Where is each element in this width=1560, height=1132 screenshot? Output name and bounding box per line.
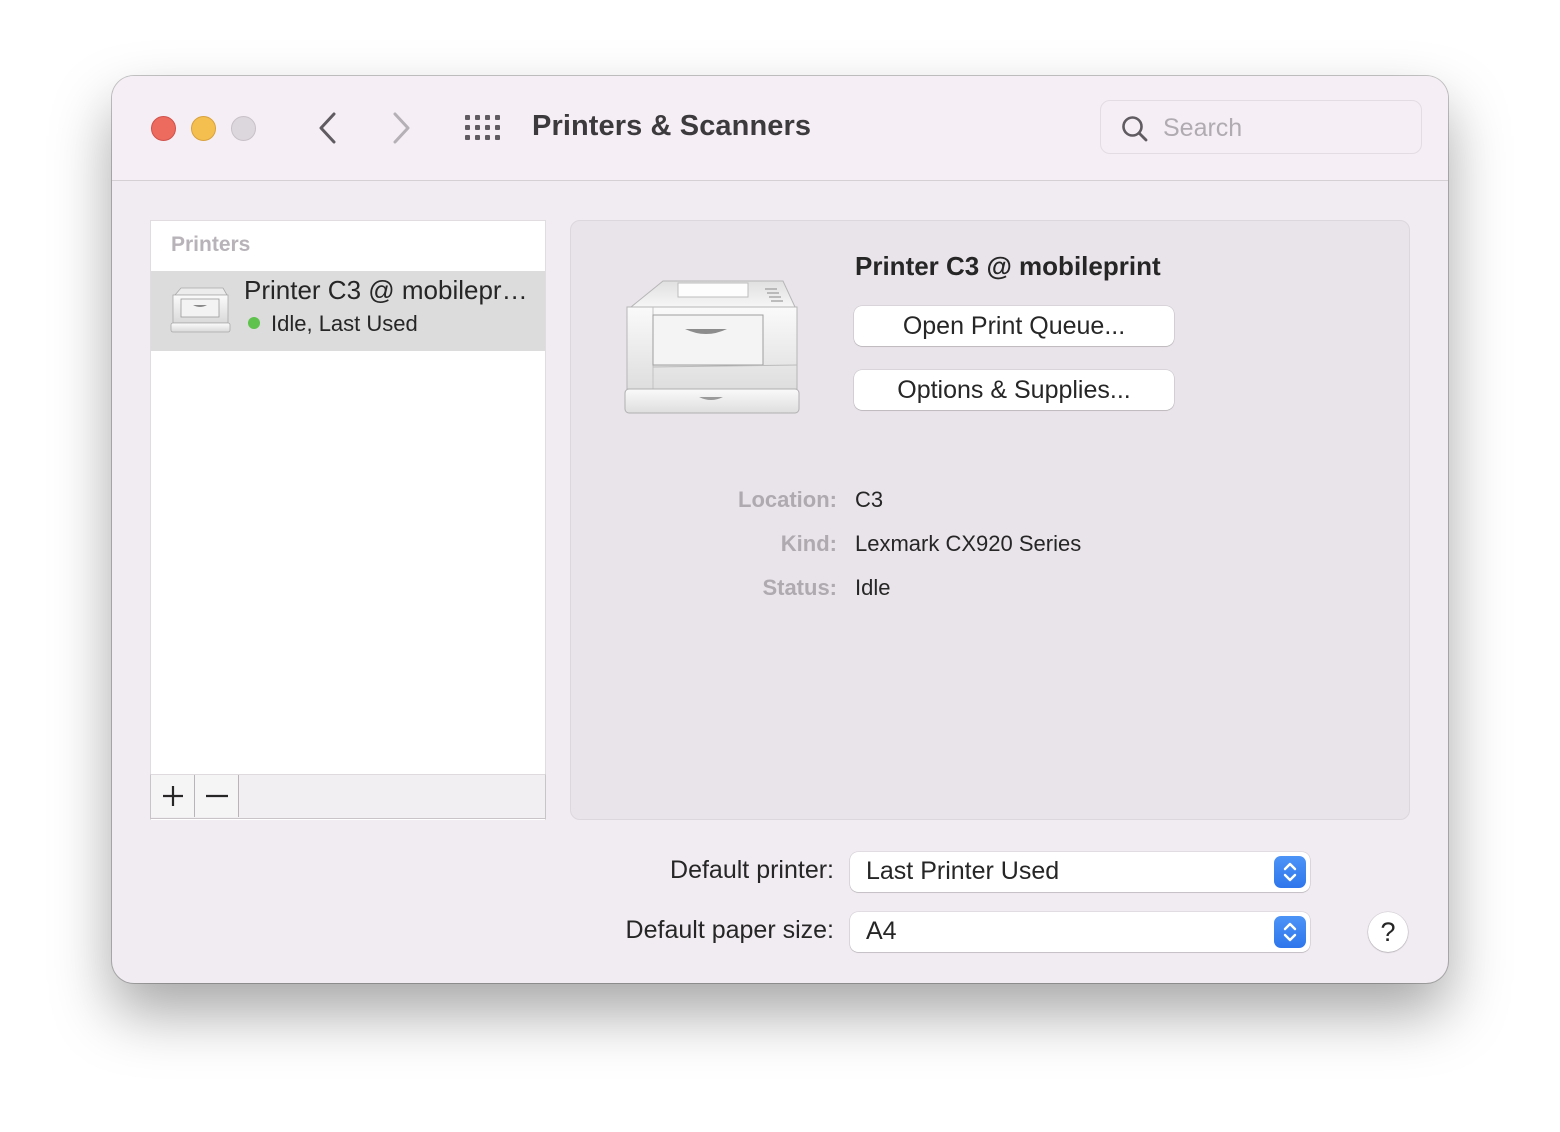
status-value: Idle xyxy=(855,575,891,600)
location-label: Location: xyxy=(738,487,837,512)
kind-label: Kind: xyxy=(780,531,837,556)
close-icon[interactable] xyxy=(151,116,176,141)
default-paper-size-label: Default paper size: xyxy=(625,916,834,944)
grid-icon xyxy=(465,115,500,140)
printer-list-item[interactable]: Printer C3 @ mobilepr… Idle, Last Used xyxy=(151,271,545,351)
remove-printer-button[interactable] xyxy=(195,775,239,817)
chevron-left-icon xyxy=(319,112,336,144)
default-printer-label: Default printer: xyxy=(670,856,834,884)
show-all-button[interactable] xyxy=(464,114,504,142)
list-toolbar xyxy=(150,774,546,819)
open-print-queue-button[interactable]: Open Print Queue... xyxy=(854,306,1174,346)
toolbar: Printers & Scanners xyxy=(112,76,1448,181)
forward-button[interactable] xyxy=(387,110,417,146)
search-icon xyxy=(1122,116,1148,142)
minus-icon xyxy=(205,794,228,798)
minimize-icon[interactable] xyxy=(191,116,216,141)
kind-value: Lexmark CX920 Series xyxy=(855,531,1082,556)
window-title: Printers & Scanners xyxy=(532,110,812,142)
zoom-icon[interactable] xyxy=(231,116,256,141)
question-icon: ? xyxy=(1380,917,1396,947)
chevron-right-icon xyxy=(393,112,410,144)
chevron-up-down-icon xyxy=(1274,856,1306,888)
list-header: Printers xyxy=(171,233,251,256)
search-field[interactable] xyxy=(1100,100,1422,154)
printer-name: Printer C3 @ mobilepr… xyxy=(244,275,528,305)
default-printer-value: Last Printer Used xyxy=(866,857,1060,885)
printer-title: Printer C3 @ mobileprint xyxy=(855,251,1161,281)
printer-status: Idle, Last Used xyxy=(271,311,418,336)
printers-scanners-window: Printers & Scanners Printers xyxy=(112,76,1448,983)
default-printer-select[interactable]: Last Printer Used xyxy=(850,852,1310,892)
location-value: C3 xyxy=(855,487,884,512)
add-printer-button[interactable] xyxy=(151,775,195,817)
printer-icon xyxy=(170,287,231,333)
printer-icon xyxy=(624,280,800,414)
printer-detail-panel: Printer C3 @ mobileprint Open Print Queu… xyxy=(570,220,1410,820)
plus-icon xyxy=(162,786,183,806)
printer-list: Printers Printer C3 @ mobilepr… Idle, La… xyxy=(150,220,546,820)
options-supplies-button[interactable]: Options & Supplies... xyxy=(854,370,1174,410)
status-label: Status: xyxy=(762,575,837,600)
status-indicator xyxy=(248,317,260,329)
default-paper-size-select[interactable]: A4 xyxy=(850,912,1310,952)
search-input[interactable] xyxy=(1161,109,1405,147)
help-button[interactable]: ? xyxy=(1368,912,1408,952)
default-paper-size-value: A4 xyxy=(866,917,897,945)
back-button[interactable] xyxy=(312,110,342,146)
chevron-up-down-icon xyxy=(1274,916,1306,948)
